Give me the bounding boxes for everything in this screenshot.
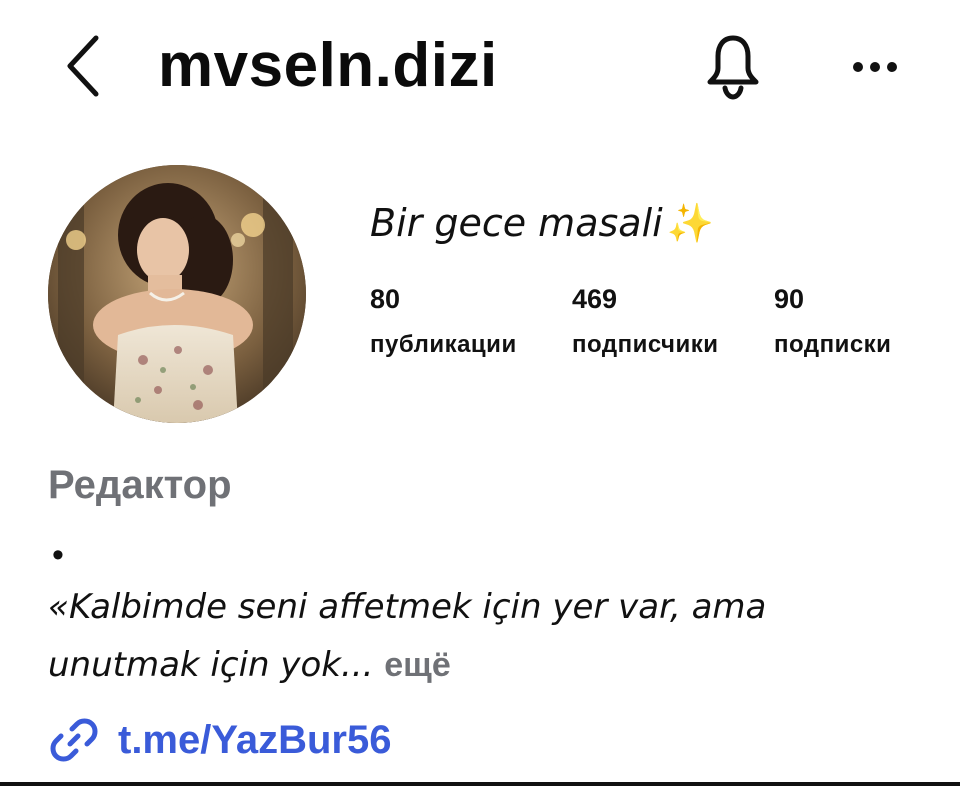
stat-posts-count: 80 (370, 284, 401, 314)
bio-line-2-text: unutmak için yok... (48, 645, 374, 685)
bell-icon (707, 35, 759, 100)
profile-category: Редактор (48, 463, 232, 507)
back-button[interactable] (56, 30, 116, 102)
bio-line-2: unutmak için yok... ещё (48, 636, 928, 694)
sparkles-emoji: ✨ (666, 201, 715, 245)
divider (0, 782, 960, 786)
stat-following-label: подписки (774, 331, 892, 358)
link-icon (50, 718, 98, 762)
profile-bio: «Kalbimde seni affetmek için yer var, am… (48, 578, 928, 694)
profile-avatar[interactable] (48, 165, 306, 423)
profile-username: mvseln.dizi (158, 31, 498, 100)
notifications-button[interactable] (696, 30, 770, 104)
bio-bullet: • (52, 536, 64, 574)
profile-link[interactable]: t.me/YazBur56 (48, 712, 391, 768)
chevron-left-icon (67, 35, 99, 97)
profile-header: mvseln.dizi (0, 0, 960, 140)
stat-following-count: 90 (774, 284, 805, 314)
profile-display-name: Bir gece masali ✨ (370, 195, 714, 255)
avatar-photo (48, 165, 306, 423)
bio-more-button[interactable]: ещё (384, 646, 451, 684)
more-options-button[interactable] (838, 45, 912, 89)
stat-followers-label: подписчики (572, 331, 719, 358)
ellipsis-icon (853, 62, 897, 72)
stat-posts[interactable]: 80 публикации (370, 282, 517, 360)
display-name-text: Bir gece masali (370, 201, 663, 245)
stat-posts-label: публикации (370, 331, 517, 358)
stat-followers[interactable]: 469 подписчики (572, 282, 719, 360)
stat-followers-count: 469 (572, 284, 618, 314)
profile-link-text: t.me/YazBur56 (118, 718, 392, 762)
stat-following[interactable]: 90 подписки (774, 282, 891, 360)
bio-line-1: «Kalbimde seni affetmek için yer var, am… (48, 587, 767, 627)
